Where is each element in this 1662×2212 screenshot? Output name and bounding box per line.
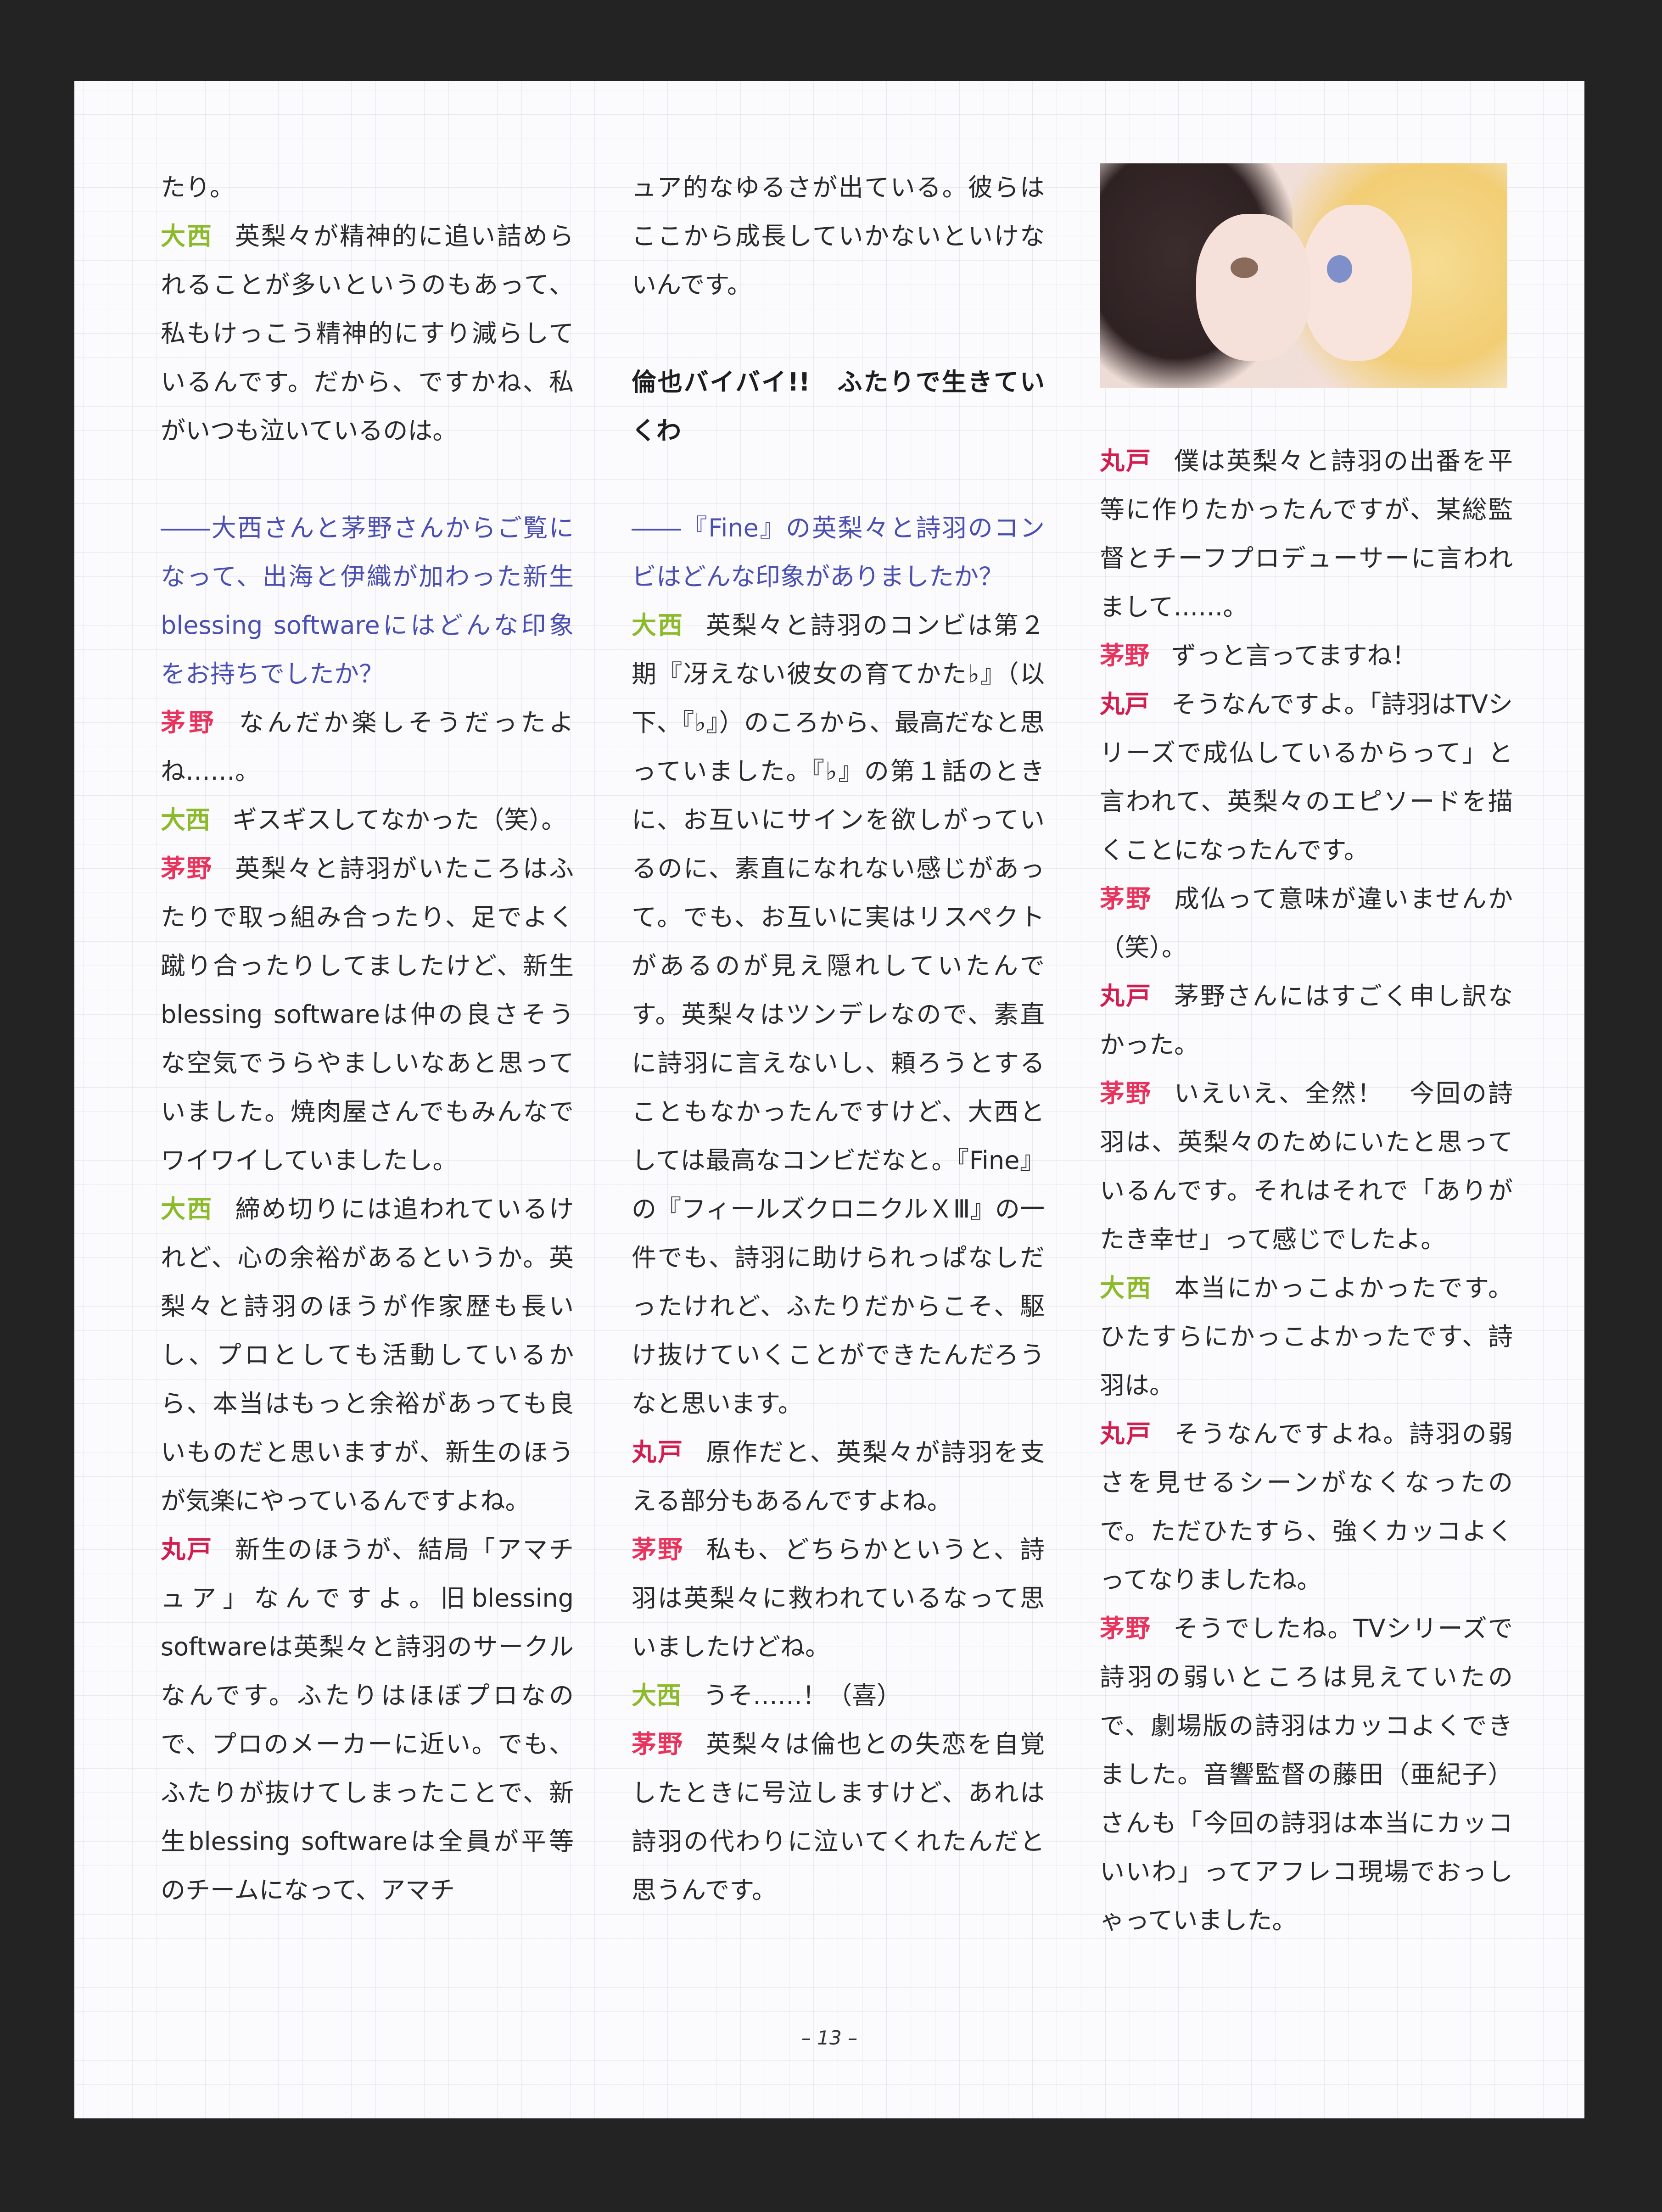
speaker-maruto: 丸戸 bbox=[1100, 447, 1152, 475]
speaker-maruto: 丸戸 bbox=[1100, 1419, 1153, 1448]
paragraph: 大西 締め切りには追われているけれど、心の余裕があるというか。英梨々と詩羽のほうが… bbox=[161, 1195, 574, 1515]
speaker-onishi: 大西 bbox=[161, 805, 210, 834]
paragraph: 茅野 いえいえ、全然！ 今回の詩羽は、英梨々のためにいたと思っているんです。それは… bbox=[1100, 1079, 1513, 1254]
interview-question: ――『Fine』の英梨々と詩羽のコンビはどんな印象がありましたか？ bbox=[632, 514, 1045, 591]
text-column-1: たり。 大西 英梨々が精神的に追い詰められることが多いというのもあって、私もけっこ… bbox=[161, 163, 574, 1915]
page-number: – 13 – bbox=[801, 2027, 858, 2049]
speaker-onishi: 大西 bbox=[632, 611, 684, 640]
paragraph: 大西 英梨々と詩羽のコンビは第２期『冴えない彼女の育てかた♭』（以下、『♭』）のこ… bbox=[632, 611, 1045, 1418]
paragraph: 丸戸 新生のほうが、結局「アマチュア」なんですよ。旧blessing softwa… bbox=[161, 1535, 574, 1905]
speaker-kayano: 茅野 bbox=[632, 1535, 684, 1564]
speaker-kayano: 茅野 bbox=[1100, 1079, 1152, 1108]
speaker-kayano: 茅野 bbox=[1100, 1614, 1152, 1643]
paragraph: 大西 本当にかっこよかったです。ひたすらにかっこよかったです、詩羽は。 bbox=[1100, 1274, 1513, 1400]
paragraph: 茅野 英梨々は倫也との失恋を自覚したときに号泣しますけど、あれは詩羽の代わりに泣い… bbox=[632, 1730, 1045, 1905]
paragraph: たり。 bbox=[161, 173, 235, 202]
paragraph: 大西 英梨々が精神的に追い詰められることが多いというのもあって、私もけっこう精神的… bbox=[161, 222, 574, 445]
speaker-onishi: 大西 bbox=[632, 1681, 681, 1710]
paragraph: 丸戸 茅野さんにはすごく申し訳なかった。 bbox=[1100, 982, 1513, 1059]
speaker-maruto: 丸戸 bbox=[632, 1438, 684, 1467]
paragraph: 大西 ギスギスしてなかった（笑）。 bbox=[161, 805, 566, 834]
text-column-2: ュア的なゆるさが出ている。彼らはここから成長していかないといけないんです。 倫也… bbox=[632, 163, 1045, 1915]
speaker-kayano: 茅野 bbox=[1100, 641, 1149, 670]
paragraph: 丸戸 そうなんですよ。「詩羽はTVシリーズで成仏しているからって」と言われて、英梨… bbox=[1100, 690, 1513, 865]
speaker-kayano: 茅野 bbox=[632, 1730, 684, 1759]
section-heading: 倫也バイバイ!! ふたりで生きていくわ bbox=[632, 368, 1045, 445]
paragraph: 茅野 英梨々と詩羽がいたころはふたりで取っ組み合ったり、足でよく蹴り合ったりしてま… bbox=[161, 854, 574, 1175]
paragraph: 丸戸 そうなんですよね。詩羽の弱さを見せるシーンがなくなったので。ただひたすら、強… bbox=[1100, 1419, 1513, 1594]
paragraph: ュア的なゆるさが出ている。彼らはここから成長していかないといけないんです。 bbox=[632, 173, 1045, 299]
speaker-maruto: 丸戸 bbox=[161, 1535, 213, 1564]
paragraph: 茅野 私も、どちらかというと、詩羽は英梨々に救われているなって思いましたけどね。 bbox=[632, 1535, 1045, 1661]
text-column-3: 丸戸 僕は英梨々と詩羽の出番を平等に作りたかったんですが、某総監督とチーフプロデュ… bbox=[1100, 163, 1513, 1945]
paragraph: 茅野 そうでしたね。TVシリーズで詩羽の弱いところは見えていたので、劇場版の詩羽は… bbox=[1100, 1614, 1513, 1935]
speaker-kayano: 茅野 bbox=[161, 854, 213, 883]
speaker-maruto: 丸戸 bbox=[1100, 690, 1150, 719]
anime-illustration-image bbox=[1100, 163, 1507, 388]
paragraph: 茅野 なんだか楽しそうだったよね……。 bbox=[161, 708, 574, 786]
speaker-maruto: 丸戸 bbox=[1100, 982, 1152, 1011]
speaker-onishi: 大西 bbox=[161, 222, 213, 251]
paragraph: 茅野 ずっと言ってますね！ bbox=[1100, 641, 1417, 670]
interview-question: ――大西さんと茅野さんからご覧になって、出海と伊織が加わった新生blessing… bbox=[161, 514, 574, 688]
paragraph: 大西 うそ……！（喜） bbox=[632, 1681, 901, 1710]
speaker-onishi: 大西 bbox=[161, 1195, 213, 1223]
speaker-kayano: 茅野 bbox=[1100, 884, 1153, 913]
paragraph: 丸戸 僕は英梨々と詩羽の出番を平等に作りたかったんですが、某総監督とチーフプロデュ… bbox=[1100, 447, 1513, 621]
speaker-onishi: 大西 bbox=[1100, 1274, 1153, 1302]
speaker-kayano: 茅野 bbox=[161, 708, 217, 737]
paragraph: 茅野 成仏って意味が違いませんか（笑）。 bbox=[1100, 884, 1513, 962]
paragraph: 丸戸 原作だと、英梨々が詩羽を支える部分もあるんですよね。 bbox=[632, 1438, 1045, 1515]
magazine-page: たり。 大西 英梨々が精神的に追い詰められることが多いというのもあって、私もけっこ… bbox=[74, 81, 1584, 2118]
